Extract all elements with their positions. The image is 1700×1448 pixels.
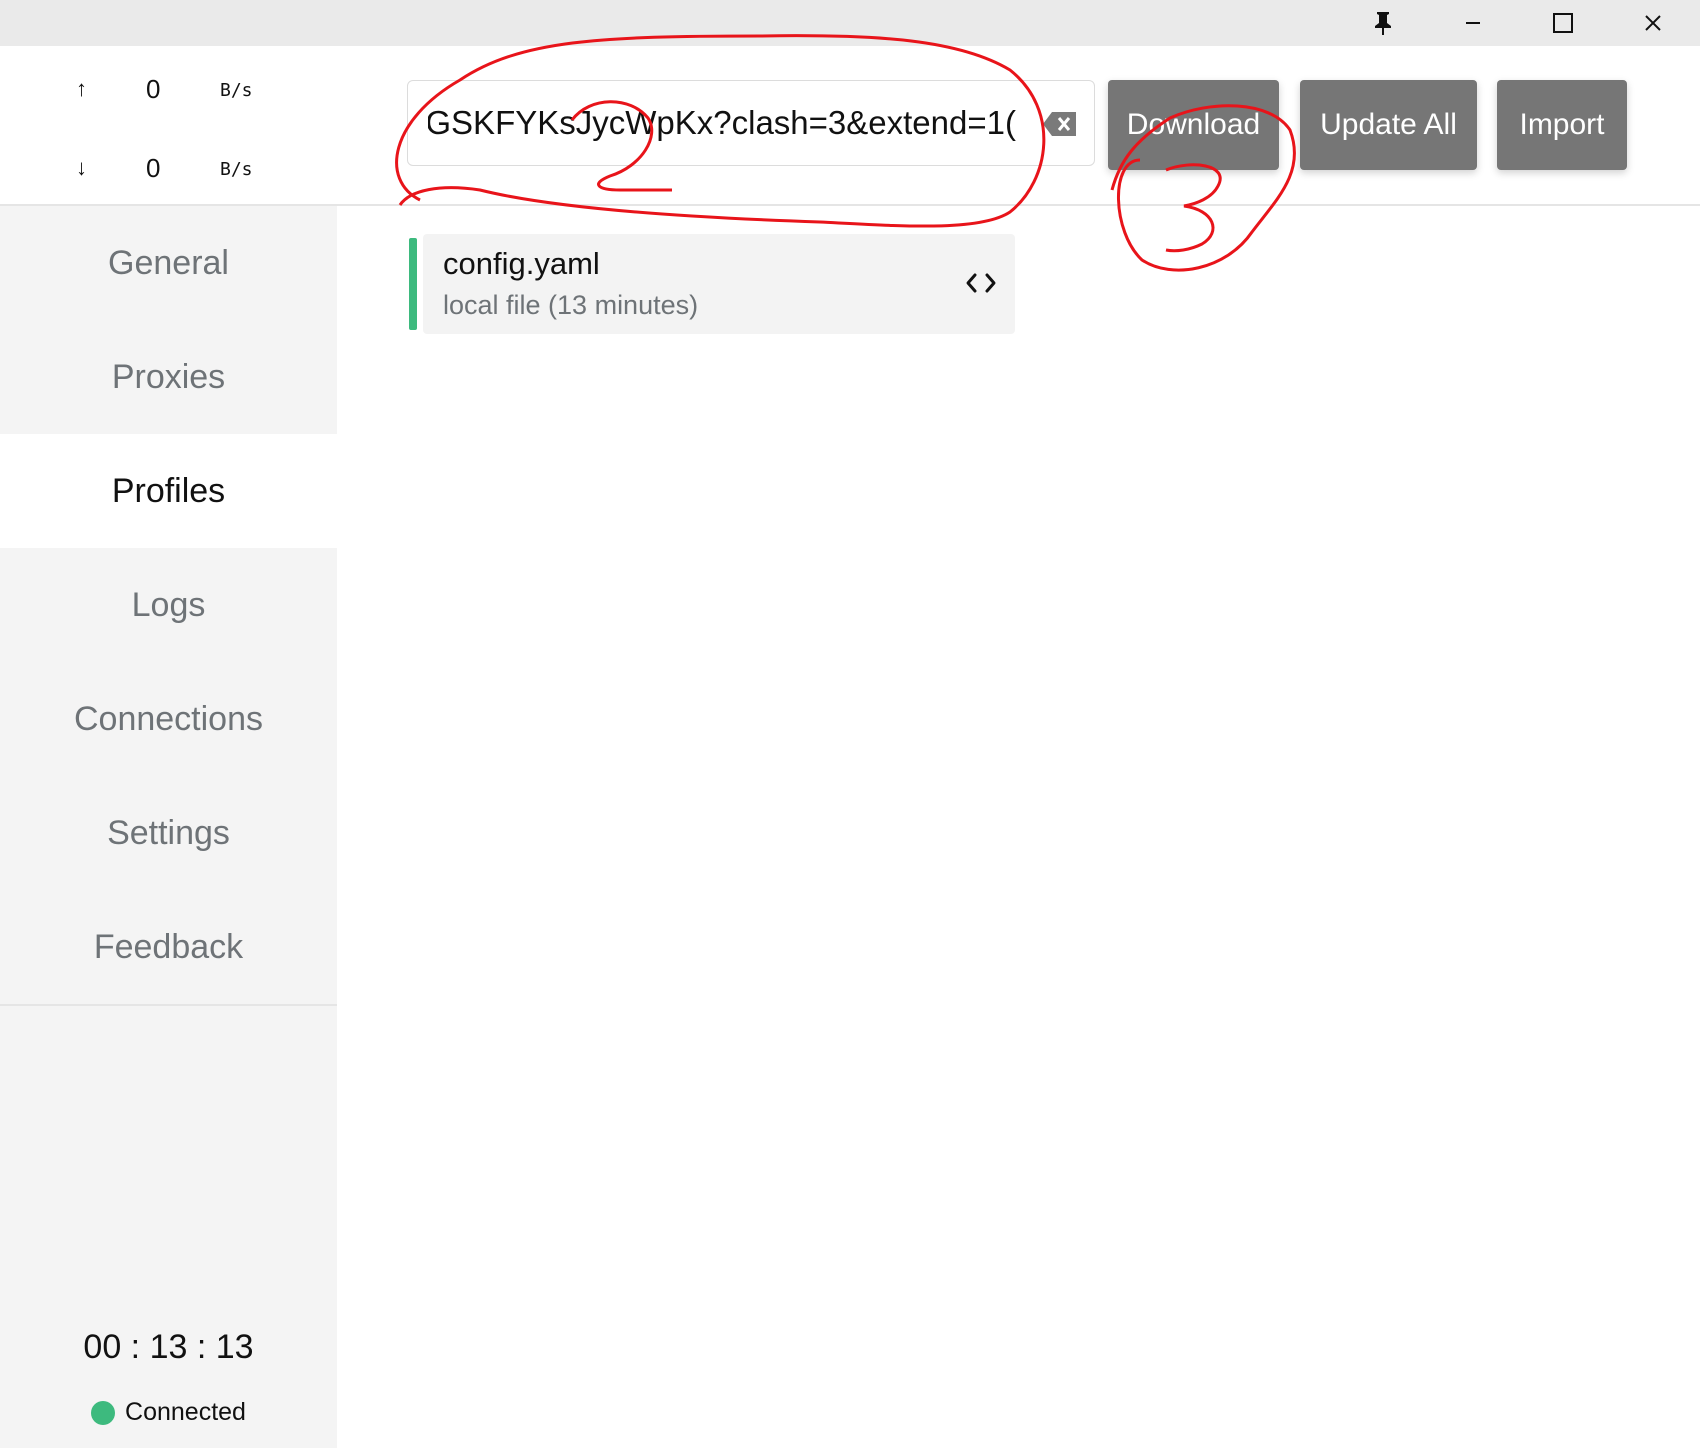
uptime-timer: 00 : 13 : 13 [83, 1328, 254, 1366]
nav-divider [0, 1004, 337, 1006]
title-bar [0, 0, 1700, 46]
subscription-url-input[interactable] [408, 81, 1028, 165]
sidebar: ↑ 0 B/s ↓ 0 B/s General Proxies Profiles… [0, 46, 337, 1448]
status-dot-icon [91, 1400, 116, 1425]
close-icon[interactable] [1608, 0, 1698, 46]
pin-icon[interactable] [1338, 0, 1428, 46]
maximize-icon[interactable] [1518, 0, 1608, 46]
upload-unit: B/s [220, 80, 253, 101]
profile-meta: local file (13 minutes) [443, 290, 699, 320]
download-speed: ↓ 0 B/s [0, 149, 337, 189]
update-all-button[interactable]: Update All [1300, 80, 1477, 170]
download-unit: B/s [220, 159, 253, 180]
upload-value: 0 [146, 74, 161, 104]
profile-card-body[interactable]: config.yaml local file (13 minutes) [423, 234, 1015, 334]
connection-status-label: Connected [125, 1398, 246, 1426]
subscription-url-field [407, 80, 1095, 166]
traffic-panel: ↑ 0 B/s ↓ 0 B/s [0, 46, 337, 206]
nav-item-connections[interactable]: Connections [0, 662, 337, 776]
nav-item-logs[interactable]: Logs [0, 548, 337, 662]
clear-input-icon[interactable] [1042, 110, 1078, 138]
connection-status: Connected [0, 1398, 337, 1427]
profile-card[interactable]: config.yaml local file (13 minutes) [409, 234, 1015, 334]
download-arrow-icon: ↓ [76, 155, 87, 180]
download-button[interactable]: Download [1108, 80, 1279, 170]
code-edit-icon[interactable] [963, 268, 999, 298]
nav-item-feedback[interactable]: Feedback [0, 890, 337, 1004]
nav-item-general[interactable]: General [0, 206, 337, 320]
download-value: 0 [146, 153, 161, 183]
upload-speed: ↑ 0 B/s [0, 70, 337, 110]
profile-name: config.yaml [443, 246, 600, 281]
profiles-page: Download Update All Import config.yaml l… [337, 46, 1700, 1448]
import-button[interactable]: Import [1497, 80, 1627, 170]
upload-arrow-icon: ↑ [76, 76, 87, 101]
nav-item-settings[interactable]: Settings [0, 776, 337, 890]
nav-item-proxies[interactable]: Proxies [0, 320, 337, 434]
active-profile-indicator [409, 238, 417, 330]
toolbar-divider [337, 204, 1700, 206]
minimize-icon[interactable] [1428, 0, 1518, 46]
nav-item-profiles[interactable]: Profiles [0, 434, 337, 548]
